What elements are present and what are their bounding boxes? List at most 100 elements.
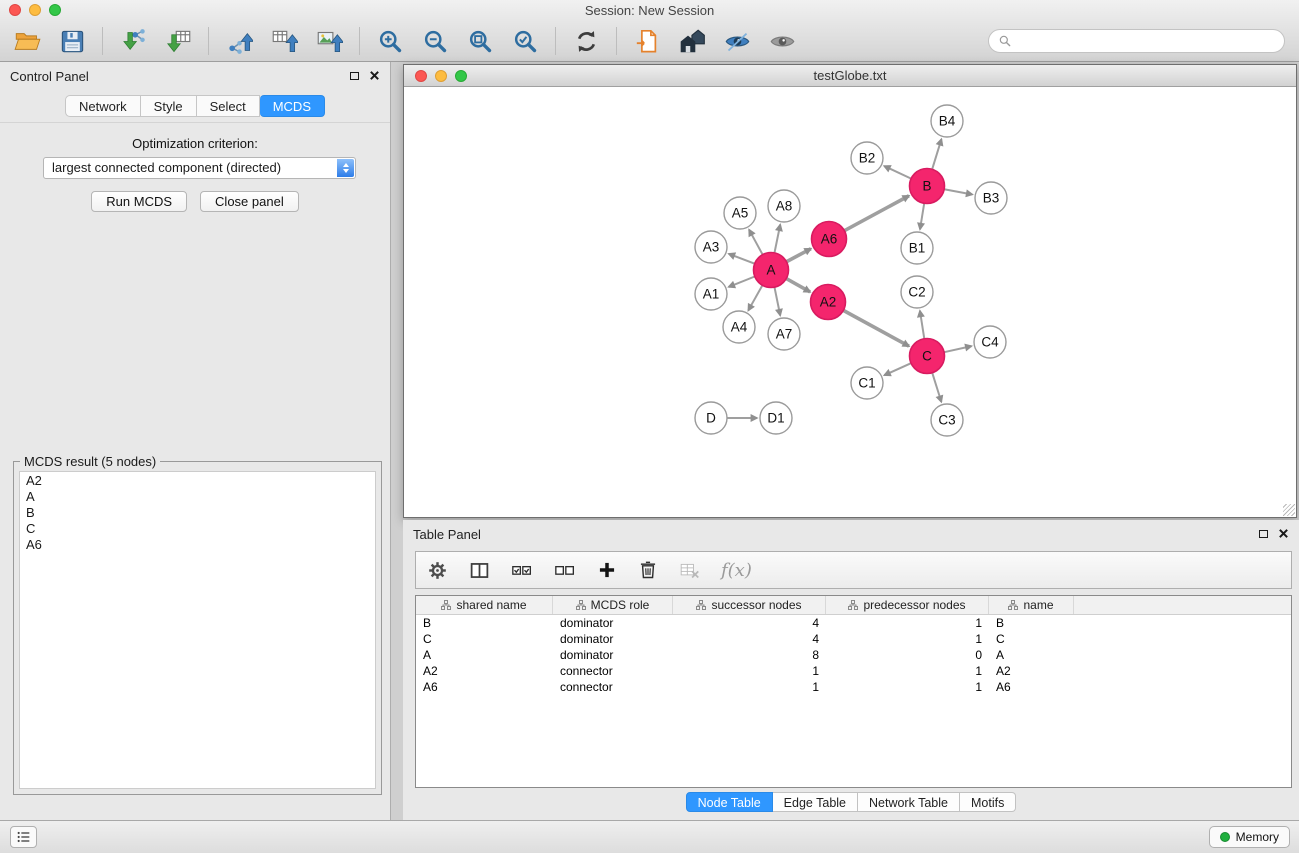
graph-edge-A-A5[interactable] xyxy=(749,230,763,255)
select-all-button[interactable] xyxy=(511,560,533,580)
graph-edge-A-A3[interactable] xyxy=(729,254,755,264)
zoom-selected-button[interactable] xyxy=(510,26,540,56)
run-mcds-button[interactable]: Run MCDS xyxy=(91,191,187,212)
graph-node-A3[interactable]: A3 xyxy=(695,231,727,263)
report-button[interactable] xyxy=(632,26,662,56)
search-box[interactable] xyxy=(988,29,1285,53)
tab-node-table[interactable]: Node Table xyxy=(686,792,773,812)
graph-edge-C-C3[interactable] xyxy=(932,373,941,402)
graph-edge-B-B1[interactable] xyxy=(920,203,924,229)
table-row[interactable]: A2connector11A2 xyxy=(416,663,1291,679)
mcds-result-item[interactable]: A2 xyxy=(26,473,369,489)
import-network-button[interactable] xyxy=(118,26,148,56)
graph-node-B2[interactable]: B2 xyxy=(851,142,883,174)
zoom-out-button[interactable] xyxy=(420,26,450,56)
import-table-button[interactable] xyxy=(163,26,193,56)
graph-node-C2[interactable]: C2 xyxy=(901,276,933,308)
mcds-result-item[interactable]: A xyxy=(26,489,369,505)
graph-node-A2[interactable]: A2 xyxy=(811,285,846,320)
graph-edge-B-B2[interactable] xyxy=(884,166,911,179)
float-panel-icon[interactable] xyxy=(350,72,359,80)
mcds-result-item[interactable]: B xyxy=(26,505,369,521)
settings-gear-button[interactable] xyxy=(427,560,448,581)
tab-network[interactable]: Network xyxy=(65,95,141,117)
graph-node-D[interactable]: D xyxy=(695,402,727,434)
delete-row-button[interactable] xyxy=(638,560,658,580)
graph-node-C1[interactable]: C1 xyxy=(851,367,883,399)
resize-handle[interactable] xyxy=(1283,504,1295,516)
column-header-successor-nodes[interactable]: successor nodes xyxy=(673,596,826,614)
graph-edge-A-A8[interactable] xyxy=(774,225,780,253)
criterion-dropdown[interactable]: largest connected component (directed) xyxy=(43,157,356,179)
graph-node-C4[interactable]: C4 xyxy=(974,326,1006,358)
graph-node-A4[interactable]: A4 xyxy=(723,311,755,343)
graph-edge-C-C4[interactable] xyxy=(944,346,971,352)
graph-node-B3[interactable]: B3 xyxy=(975,182,1007,214)
graph-edge-A-A6[interactable] xyxy=(786,249,810,262)
float-table-panel-icon[interactable] xyxy=(1259,530,1268,538)
graph-node-C[interactable]: C xyxy=(910,339,945,374)
column-header-MCDS-role[interactable]: MCDS role xyxy=(553,596,673,614)
table-row[interactable]: Adominator80A xyxy=(416,647,1291,663)
close-panel-icon[interactable] xyxy=(369,70,380,81)
search-input[interactable] xyxy=(1017,34,1275,49)
function-builder-button[interactable]: f(x) xyxy=(721,560,752,581)
mcds-result-item[interactable]: C xyxy=(26,521,369,537)
style-eye-button[interactable] xyxy=(722,26,752,56)
graph-edge-A6-B[interactable] xyxy=(844,196,909,231)
graph-node-A5[interactable]: A5 xyxy=(724,197,756,229)
network-window-titlebar[interactable]: testGlobe.txt xyxy=(404,65,1296,87)
delete-table-button[interactable] xyxy=(679,560,700,581)
column-header-predecessor-nodes[interactable]: predecessor nodes xyxy=(826,596,989,614)
graphics-details-button[interactable] xyxy=(767,26,797,56)
add-row-button[interactable] xyxy=(597,560,617,580)
graph-edge-C-C2[interactable] xyxy=(920,311,924,339)
graph-edge-C-C1[interactable] xyxy=(884,363,911,375)
graph-node-A[interactable]: A xyxy=(754,253,789,288)
network-zoom-button[interactable] xyxy=(455,70,467,82)
close-panel-button[interactable]: Close panel xyxy=(200,191,299,212)
export-image-button[interactable] xyxy=(314,26,344,56)
export-table-button[interactable] xyxy=(269,26,299,56)
export-network-button[interactable] xyxy=(224,26,254,56)
graph-node-A1[interactable]: A1 xyxy=(695,278,727,310)
folder-open-button[interactable] xyxy=(12,26,42,56)
network-minimize-button[interactable] xyxy=(435,70,447,82)
graph-edge-A-A2[interactable] xyxy=(786,279,810,292)
graph-node-A6[interactable]: A6 xyxy=(812,222,847,257)
column-header-shared-name[interactable]: shared name xyxy=(416,596,553,614)
graph-edge-A-A7[interactable] xyxy=(774,287,780,315)
graph-node-B4[interactable]: B4 xyxy=(931,105,963,137)
mcds-result-item[interactable]: A6 xyxy=(26,537,369,553)
zoom-in-button[interactable] xyxy=(375,26,405,56)
minimize-button[interactable] xyxy=(29,4,41,16)
graph-node-D1[interactable]: D1 xyxy=(760,402,792,434)
tab-mcds[interactable]: MCDS xyxy=(260,95,325,117)
tab-motifs[interactable]: Motifs xyxy=(960,792,1016,812)
memory-button[interactable]: Memory xyxy=(1209,826,1290,848)
mcds-result-list[interactable]: A2ABCA6 xyxy=(19,471,376,789)
tab-network-table[interactable]: Network Table xyxy=(858,792,960,812)
table-row[interactable]: A6connector11A6 xyxy=(416,679,1291,695)
graph-edge-A2-C[interactable] xyxy=(843,310,909,346)
column-header-name[interactable]: name xyxy=(989,596,1074,614)
zoom-button[interactable] xyxy=(49,4,61,16)
columns-button[interactable] xyxy=(469,560,490,581)
graph-node-C3[interactable]: C3 xyxy=(931,404,963,436)
graph-node-B[interactable]: B xyxy=(910,169,945,204)
graph-edge-A-A4[interactable] xyxy=(748,285,762,310)
tab-style[interactable]: Style xyxy=(141,95,197,117)
zoom-fit-button[interactable] xyxy=(465,26,495,56)
graph-edge-B-B3[interactable] xyxy=(944,189,972,194)
graph-node-A7[interactable]: A7 xyxy=(768,318,800,350)
tab-edge-table[interactable]: Edge Table xyxy=(773,792,858,812)
tab-select[interactable]: Select xyxy=(197,95,260,117)
titlebar[interactable]: Session: New Session xyxy=(0,0,1299,21)
home-button[interactable] xyxy=(677,26,707,56)
network-close-button[interactable] xyxy=(415,70,427,82)
graph-node-A8[interactable]: A8 xyxy=(768,190,800,222)
refresh-layout-button[interactable] xyxy=(571,26,601,56)
network-canvas[interactable]: B4B2BB3A8A5A6A3B1AC2A1A2A4A7C4CC1DD1C3 xyxy=(404,88,1296,517)
close-button[interactable] xyxy=(9,4,21,16)
task-history-button[interactable] xyxy=(10,826,37,848)
